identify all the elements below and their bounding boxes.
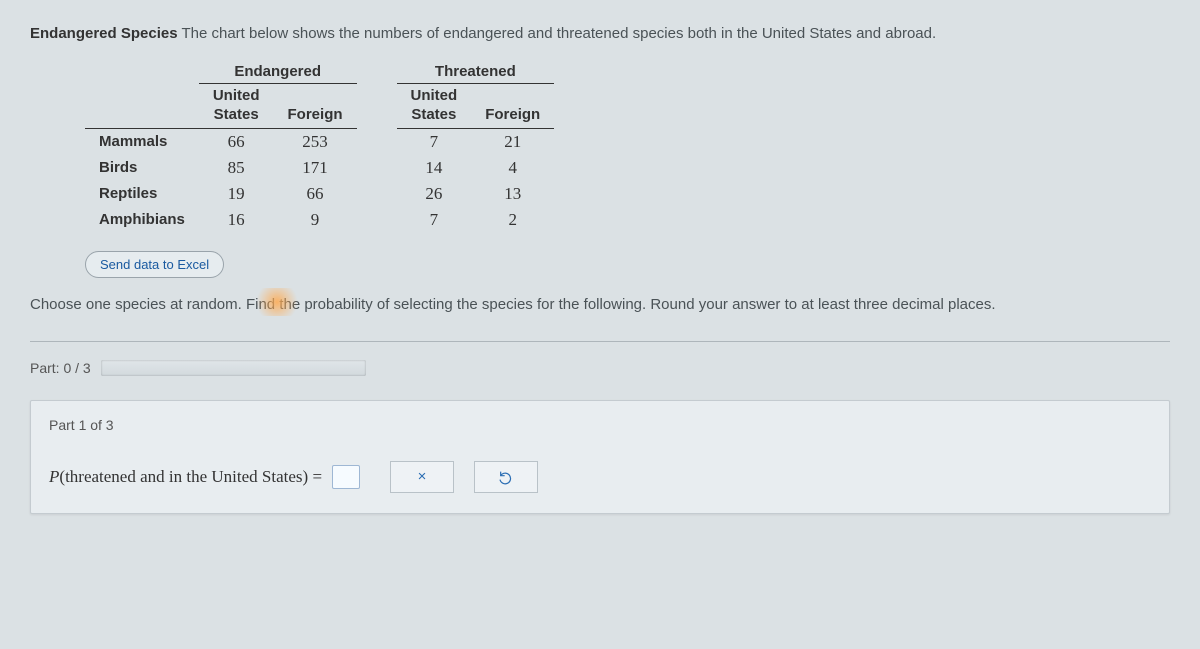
col-threatened-foreign: Foreign <box>471 84 554 128</box>
table-row: Birds 85 171 14 4 <box>85 155 554 181</box>
table-row: Reptiles 19 66 26 13 <box>85 181 554 207</box>
cell: 85 <box>199 155 274 181</box>
table-row: Mammals 66 253 7 21 <box>85 128 554 155</box>
cell: 14 <box>397 155 472 181</box>
row-label-mammals: Mammals <box>85 128 199 155</box>
equals-sign: = <box>312 467 322 486</box>
cell: 66 <box>199 128 274 155</box>
instruction-body: Choose one species at random. Find the p… <box>30 296 996 313</box>
send-to-excel-button[interactable]: Send data to Excel <box>85 251 224 278</box>
cell: 4 <box>471 155 554 181</box>
cell: 66 <box>274 181 357 207</box>
cell: 7 <box>397 128 472 155</box>
progress-bar <box>101 360 366 376</box>
col-endangered-foreign: Foreign <box>274 84 357 128</box>
col-threatened-us: UnitedStates <box>397 84 472 128</box>
undo-icon <box>498 469 514 485</box>
cell: 19 <box>199 181 274 207</box>
part-1-title: Part 1 of 3 <box>49 417 1151 433</box>
intro-headline: Endangered Species <box>30 25 178 42</box>
instruction-text: Choose one species at random. Find the p… <box>30 296 1170 313</box>
cell: 21 <box>471 128 554 155</box>
clear-button[interactable]: × <box>390 461 454 493</box>
table-row: Amphibians 16 9 7 2 <box>85 207 554 233</box>
species-table-wrap: Endangered Threatened UnitedStates Forei… <box>85 60 1170 233</box>
row-label-birds: Birds <box>85 155 199 181</box>
col-endangered-us: UnitedStates <box>199 84 274 128</box>
cell: 171 <box>274 155 357 181</box>
cell: 9 <box>274 207 357 233</box>
prob-expr: P(threatened and in the United States) = <box>49 467 322 487</box>
cell: 253 <box>274 128 357 155</box>
close-icon: × <box>418 468 427 485</box>
row-label-reptiles: Reptiles <box>85 181 199 207</box>
probability-expression: P(threatened and in the United States) =… <box>49 461 1151 493</box>
prob-P: P <box>49 467 59 486</box>
row-label-amphibians: Amphibians <box>85 207 199 233</box>
intro-text: Endangered Species The chart below shows… <box>30 25 1170 42</box>
col-group-threatened: Threatened <box>397 60 555 84</box>
reset-button[interactable] <box>474 461 538 493</box>
species-table: Endangered Threatened UnitedStates Forei… <box>85 60 554 233</box>
intro-body: The chart below shows the numbers of end… <box>181 25 936 42</box>
part-1-card: Part 1 of 3 P(threatened and in the Unit… <box>30 400 1170 514</box>
answer-input[interactable] <box>332 465 360 489</box>
cell: 13 <box>471 181 554 207</box>
col-group-endangered: Endangered <box>199 60 357 84</box>
cell: 16 <box>199 207 274 233</box>
part-progress: Part: 0 / 3 <box>30 341 1170 378</box>
progress-label: Part: 0 / 3 <box>30 360 91 376</box>
prob-event: threatened and in the United States <box>65 467 302 486</box>
cell: 26 <box>397 181 472 207</box>
cell: 7 <box>397 207 472 233</box>
cell: 2 <box>471 207 554 233</box>
